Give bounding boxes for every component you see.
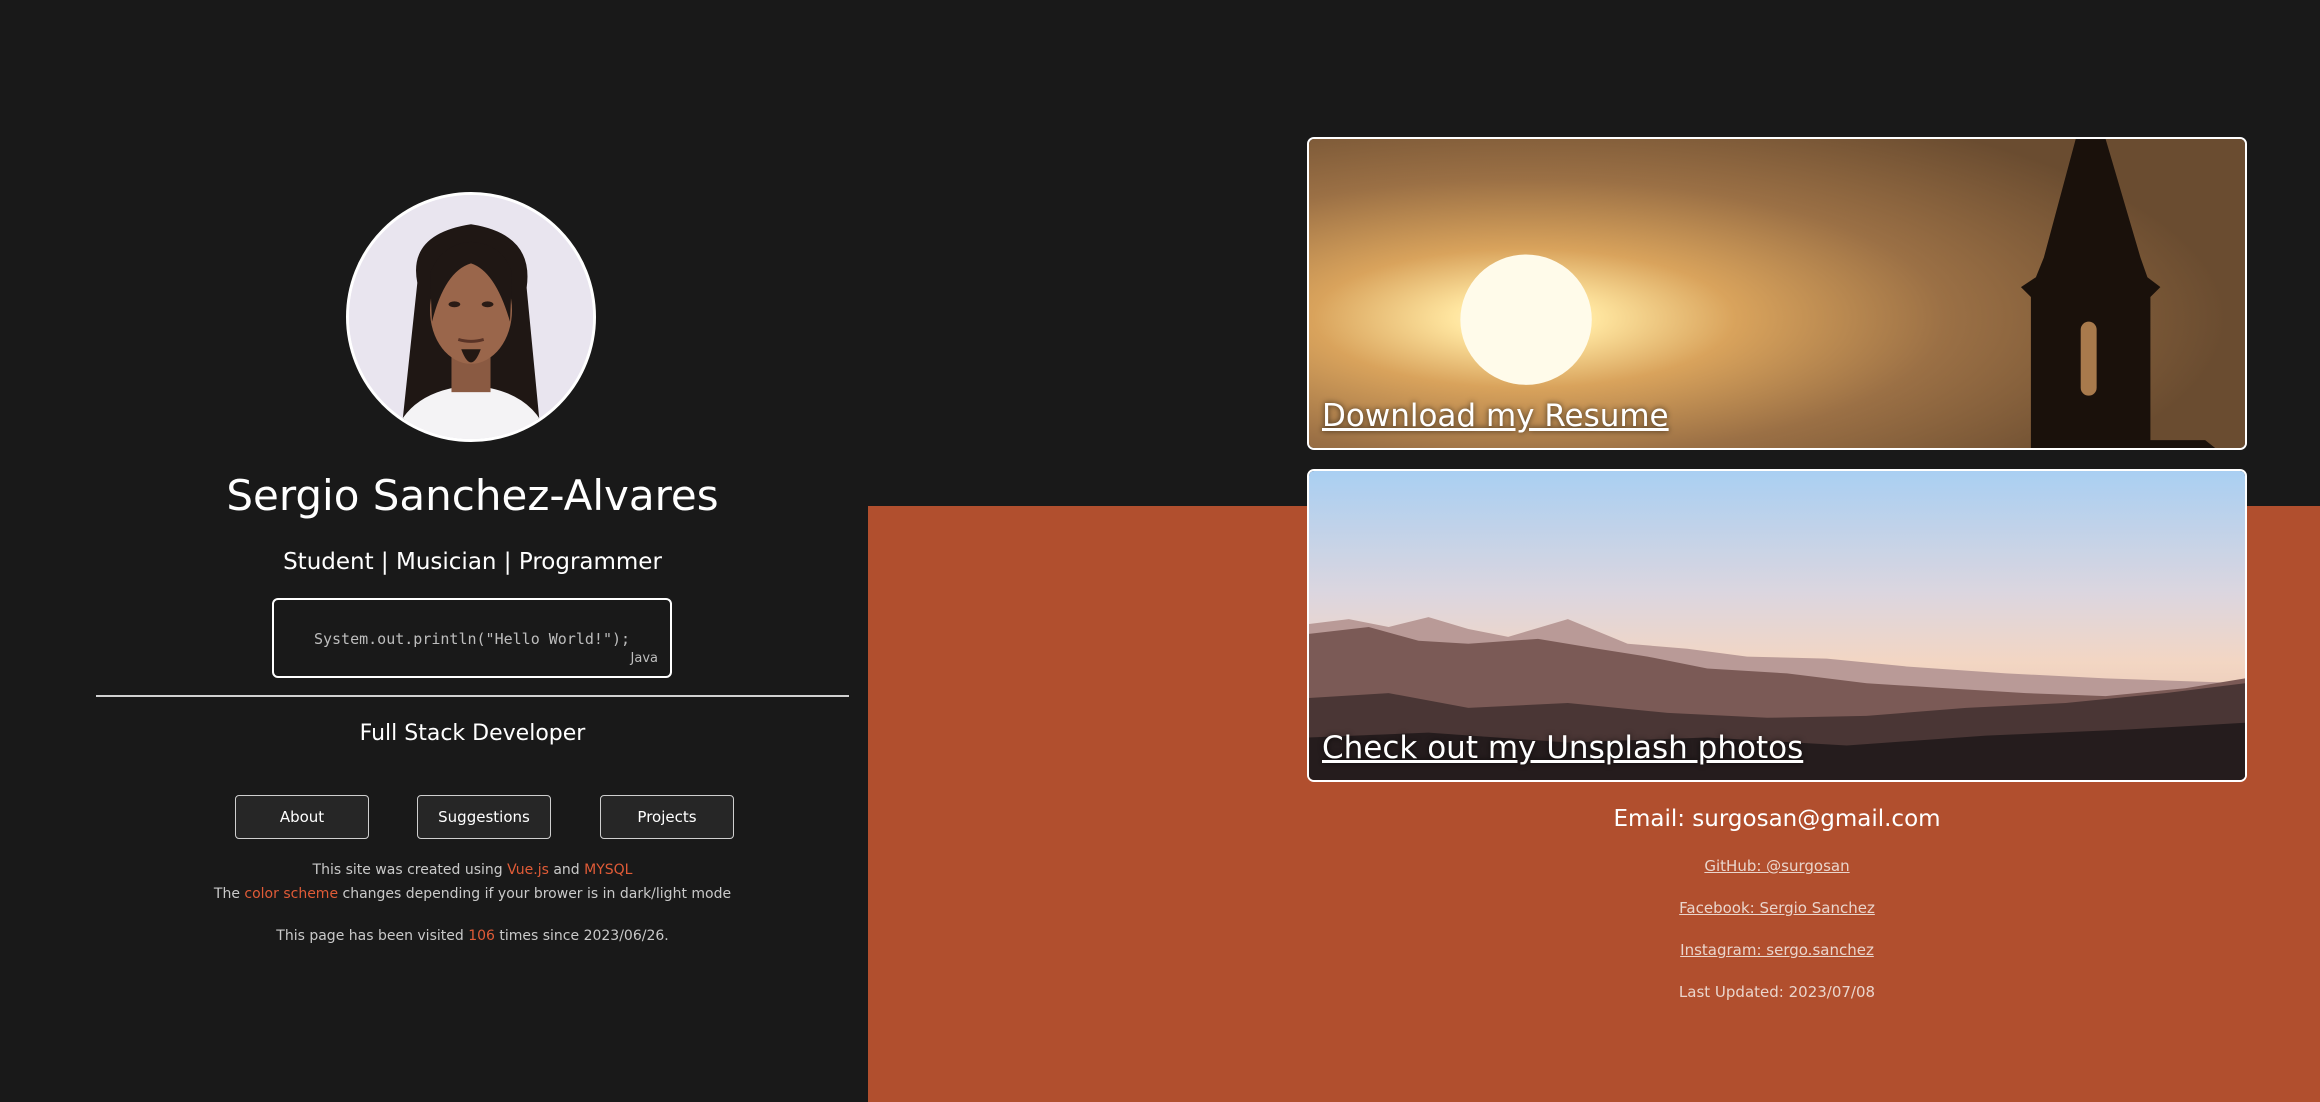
download-resume-link[interactable]: Download my Resume: [1322, 398, 1669, 434]
projects-button[interactable]: Projects: [600, 795, 734, 839]
scheme-note-suffix: changes depending if your brower is in d…: [338, 886, 732, 902]
instagram-link-row: Instagram: sergo.sanchez: [1307, 940, 2247, 960]
suggestions-button[interactable]: Suggestions: [417, 795, 551, 839]
visit-counter-note: This page has been visited 106 times sin…: [0, 926, 945, 946]
color-scheme-link[interactable]: color scheme: [244, 886, 338, 902]
resume-card[interactable]: Download my Resume: [1307, 137, 2247, 450]
divider: [96, 695, 849, 697]
tech-stack-note: This site was created using Vue.js and M…: [0, 860, 945, 880]
instagram-link[interactable]: Instagram: sergo.sanchez: [1680, 941, 1874, 959]
github-link[interactable]: GitHub: @surgosan: [1704, 857, 1849, 875]
github-link-row: GitHub: @surgosan: [1307, 856, 2247, 876]
visit-note-prefix: This page has been visited: [276, 928, 469, 944]
visit-note-suffix: times since 2023/06/26.: [494, 928, 669, 944]
avatar-photo: [349, 195, 593, 439]
mysql-link[interactable]: MYSQL: [584, 862, 632, 878]
contact-email[interactable]: Email: surgosan@gmail.com: [1307, 802, 2247, 836]
about-button[interactable]: About: [235, 795, 369, 839]
unsplash-card[interactable]: Check out my Unsplash photos: [1307, 469, 2247, 782]
color-scheme-note: The color scheme changes depending if yo…: [0, 884, 945, 904]
unsplash-photos-link[interactable]: Check out my Unsplash photos: [1322, 730, 1803, 766]
last-updated: Last Updated: 2023/07/08: [1678, 983, 1876, 1001]
code-language-label: Java: [630, 651, 658, 666]
visit-count: 106: [468, 928, 495, 944]
vue-link[interactable]: Vue.js: [507, 862, 549, 878]
code-snippet-text: System.out.println("Hello World!");: [313, 630, 631, 648]
avatar: [346, 192, 596, 442]
scheme-note-prefix: The: [213, 886, 245, 902]
tech-note-and: and: [548, 862, 585, 878]
profile-name: Sergio Sanchez-Alvares: [226, 471, 719, 520]
facebook-link-row: Facebook: Sergio Sanchez: [1307, 898, 2247, 918]
tech-note-prefix: This site was created using: [312, 862, 508, 878]
facebook-link[interactable]: Facebook: Sergio Sanchez: [1679, 899, 1875, 917]
profile-role: Full Stack Developer: [359, 721, 586, 746]
code-snippet-box: System.out.println("Hello World!"); Java: [272, 598, 672, 678]
profile-tagline: Student | Musician | Programmer: [283, 549, 662, 575]
